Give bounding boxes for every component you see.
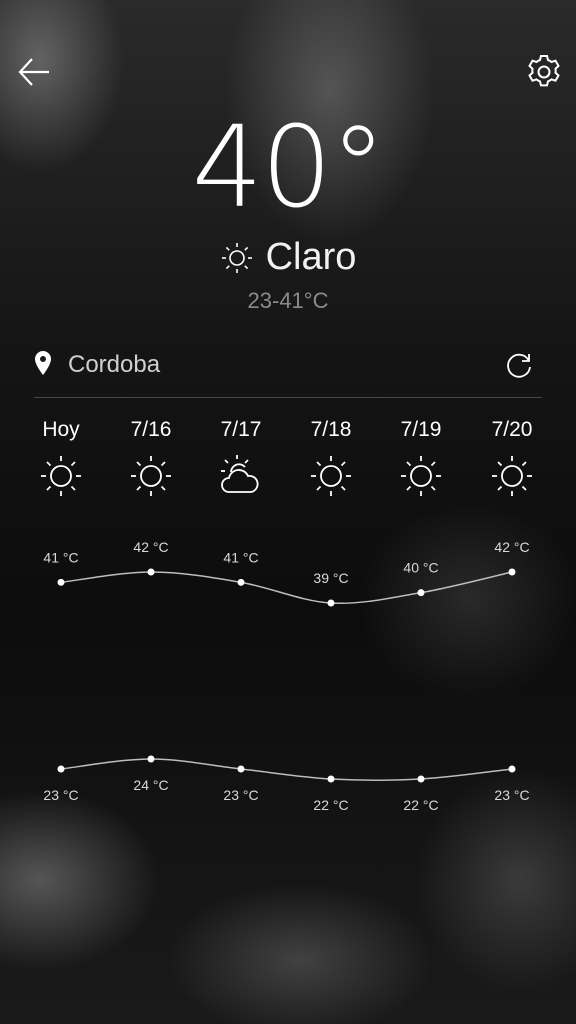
arrow-left-icon: [18, 58, 49, 86]
low-temp-label: 24 °C: [133, 777, 168, 793]
sun-icon: [311, 456, 351, 496]
low-temp-point: [147, 755, 155, 763]
forecast-day-label: 7/16: [130, 418, 172, 441]
divider: [34, 397, 542, 398]
high-temp-label: 41 °C: [223, 549, 258, 565]
forecast-day-label: 7/17: [220, 418, 262, 441]
low-temp-point: [237, 765, 245, 773]
high-temp-line: [60, 571, 513, 605]
high-temp-label: 42 °C: [494, 539, 529, 555]
back-button[interactable]: [14, 52, 54, 92]
sun-icon: [401, 456, 441, 496]
condition-row: Claro: [0, 236, 576, 279]
location-name[interactable]: Cordoba: [68, 348, 160, 382]
sun-icon: [221, 242, 252, 273]
sun-icon: [41, 456, 81, 496]
high-temp-point: [57, 578, 65, 586]
low-temp-point: [327, 775, 335, 783]
high-temp-label: 40 °C: [403, 560, 438, 576]
low-temp-label: 23 °C: [43, 787, 78, 803]
low-temp-point: [508, 765, 516, 773]
partly-cloudy-icon: [221, 455, 259, 493]
temperature-chart: 41 °C 42 °C 41 °C 39 °C 40 °C 42 °C 23 °C 24 °C…: [43, 539, 529, 813]
low-temp-label: 23 °C: [494, 787, 529, 803]
sun-icon: [492, 456, 532, 496]
high-temp-point: [237, 578, 245, 586]
temperature-range: 23-41°C: [247, 288, 329, 313]
forecast-day-label: 7/19: [400, 418, 442, 441]
gear-icon: [528, 55, 560, 87]
forecast-day-label: 7/20: [491, 418, 533, 441]
low-temp-point: [417, 775, 425, 783]
low-temp-label: 22 °C: [313, 797, 348, 813]
condition-text: Claro: [265, 236, 357, 278]
forecast-day-label: Hoy: [42, 418, 80, 441]
high-temp-point: [147, 568, 155, 576]
high-temp-label: 39 °C: [313, 570, 348, 586]
high-temp-point: [327, 599, 335, 607]
low-temp-label: 22 °C: [403, 797, 438, 813]
current-temperature: 40°: [191, 103, 387, 233]
forecast-day-label: 7/18: [310, 418, 352, 441]
low-temp-point: [57, 765, 65, 773]
refresh-button[interactable]: [502, 348, 536, 382]
low-temp-label: 23 °C: [223, 787, 258, 803]
sun-icon: [131, 456, 171, 496]
location-row: Cordoba: [34, 348, 546, 384]
low-temp-line: [60, 758, 513, 782]
settings-button[interactable]: [522, 50, 566, 94]
high-temp-label: 41 °C: [43, 549, 78, 565]
map-pin-icon: [35, 351, 51, 375]
refresh-icon: [507, 353, 531, 378]
high-temp-point: [417, 589, 425, 597]
high-temp-point: [508, 568, 516, 576]
high-temp-label: 42 °C: [133, 539, 168, 555]
